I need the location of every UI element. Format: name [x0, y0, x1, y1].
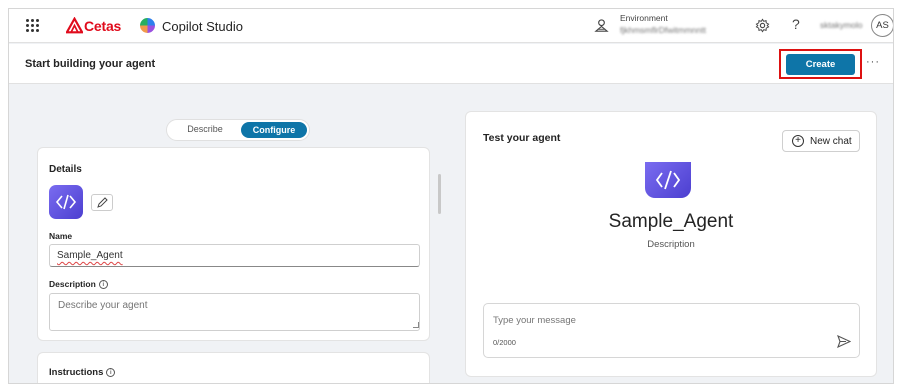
- tab-configure[interactable]: Configure: [241, 122, 307, 138]
- char-counter: 0/2000: [493, 338, 516, 347]
- name-input[interactable]: Sample_Agent: [49, 244, 420, 267]
- instructions-title-text: Instructions: [49, 367, 104, 378]
- details-title: Details: [49, 164, 82, 175]
- send-icon[interactable]: [837, 335, 851, 348]
- test-agent-panel: Test your agent + New chat Sample_Agent …: [465, 111, 877, 377]
- agent-icon: [49, 185, 83, 219]
- instructions-card: Instructions i: [37, 352, 430, 383]
- app-launcher-icon[interactable]: [26, 19, 39, 32]
- new-chat-icon: +: [792, 135, 804, 147]
- page-title: Start building your agent: [25, 58, 156, 70]
- details-card: Details Name Sample_Agent Description i: [37, 147, 430, 341]
- info-icon[interactable]: i: [98, 280, 108, 290]
- mode-toggle: Describe Configure: [166, 119, 310, 141]
- description-input[interactable]: [49, 293, 420, 331]
- resize-handle-icon[interactable]: [413, 322, 419, 328]
- edit-icon-button[interactable]: [91, 194, 113, 211]
- new-chat-button[interactable]: + New chat: [782, 130, 860, 152]
- app-name: Copilot Studio: [162, 19, 243, 34]
- agent-avatar: [645, 162, 691, 198]
- scrollbar-thumb[interactable]: [438, 174, 441, 214]
- new-chat-label: New chat: [810, 135, 852, 147]
- help-icon[interactable]: ?: [792, 16, 800, 32]
- environment-label: Environment: [620, 13, 668, 23]
- instructions-title: Instructions i: [49, 367, 116, 378]
- code-icon: [55, 194, 77, 210]
- chat-input-box[interactable]: Type your message 0/2000: [483, 303, 860, 358]
- pencil-icon: [97, 197, 108, 208]
- more-options-icon[interactable]: ···: [866, 56, 880, 68]
- agent-name: Sample_Agent: [608, 211, 734, 232]
- description-label: Description i: [49, 279, 108, 290]
- info-icon[interactable]: i: [106, 367, 116, 377]
- top-bar: Cetas Copilot Studio Environment fjkhmsm…: [9, 9, 893, 43]
- copilot-studio-logo-icon: [140, 18, 155, 33]
- code-icon: [655, 170, 681, 190]
- page-header: Start building your agent Create ···: [9, 44, 893, 84]
- user-name: sktakymolo: [820, 20, 863, 30]
- message-input[interactable]: Type your message: [493, 315, 576, 326]
- agent-description: Description: [647, 239, 695, 250]
- create-button[interactable]: Create: [786, 54, 855, 75]
- environment-value[interactable]: fjkhmsmflrDfwitmmnntt: [620, 25, 706, 35]
- user-avatar[interactable]: AS: [871, 14, 893, 37]
- test-panel-title: Test your agent: [483, 132, 561, 144]
- environment-icon[interactable]: [594, 18, 609, 33]
- settings-gear-icon[interactable]: [755, 18, 770, 33]
- tab-describe[interactable]: Describe: [183, 124, 227, 134]
- name-label: Name: [49, 231, 73, 241]
- brand-name: Cetas: [84, 18, 122, 34]
- app-frame: Cetas Copilot Studio Environment fjkhmsm…: [8, 8, 894, 384]
- brand-logo-icon: [66, 17, 83, 34]
- description-label-text: Description: [49, 279, 96, 289]
